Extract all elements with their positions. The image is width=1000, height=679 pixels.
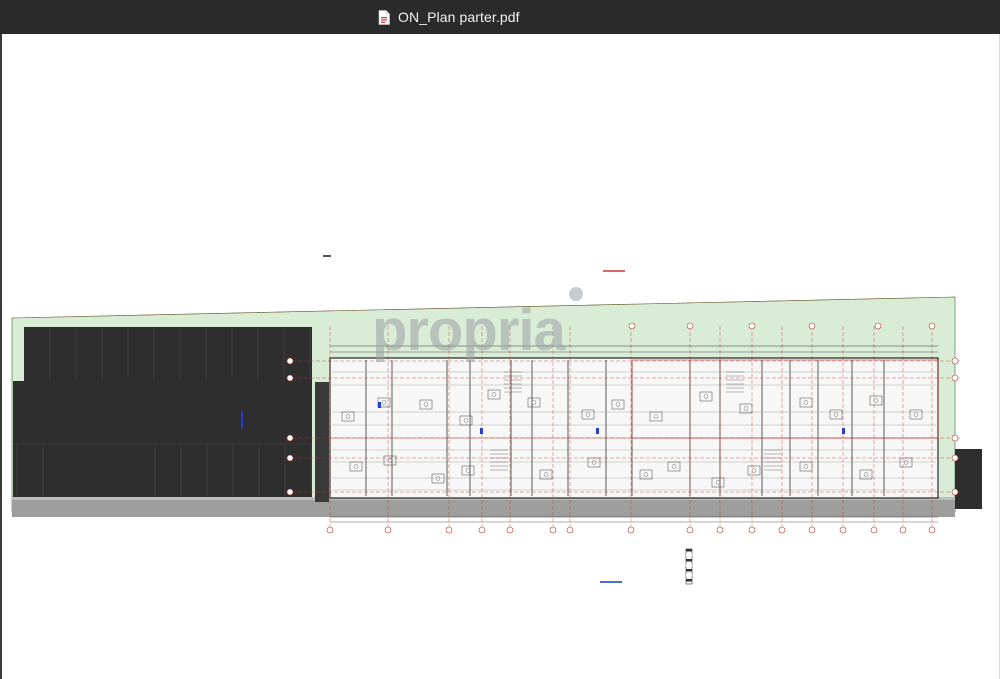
grid-bubble xyxy=(384,526,392,534)
grid-bubble xyxy=(286,374,294,382)
blue-marker xyxy=(842,428,845,434)
grid-bubble xyxy=(748,322,756,330)
floor-plan-drawing[interactable]: propria xyxy=(0,34,1000,679)
grid-bubble xyxy=(286,357,294,365)
scale-tick xyxy=(686,549,692,552)
grid-bubble xyxy=(286,434,294,442)
watermark-logo: propria xyxy=(372,298,567,363)
grid-bubble xyxy=(951,454,959,462)
scale-tick xyxy=(686,554,692,557)
watermark-dot xyxy=(569,287,583,301)
grid-bubble xyxy=(808,526,816,534)
grid-bubble xyxy=(506,526,514,534)
parking-left-block xyxy=(13,381,71,516)
grid-bubble xyxy=(870,526,878,534)
grid-bubble xyxy=(566,526,574,534)
grid-bubble xyxy=(778,526,786,534)
grid-bubble xyxy=(628,322,636,330)
grid-bubble xyxy=(951,374,959,382)
pdf-document-icon xyxy=(378,9,390,25)
grid-bubble xyxy=(899,526,907,534)
annotation-mark-red xyxy=(603,270,625,272)
annotation-mark-blue xyxy=(600,581,622,583)
grid-bubble xyxy=(549,526,557,534)
scale-tick xyxy=(686,569,692,572)
grid-bubble xyxy=(951,488,959,496)
scale-tick xyxy=(686,579,692,582)
road-strip xyxy=(12,500,955,517)
parking-marker xyxy=(241,412,243,428)
scale-tick xyxy=(686,564,692,567)
grid-bubble xyxy=(839,526,847,534)
grid-bubble xyxy=(928,526,936,534)
grid-bubble xyxy=(808,322,816,330)
grid-bubble xyxy=(478,526,486,534)
grid-bubble xyxy=(326,526,334,534)
grid-bubble xyxy=(951,434,959,442)
parking-driveway xyxy=(70,381,130,516)
grid-bubble xyxy=(716,526,724,534)
building-footprint xyxy=(329,357,939,499)
window-titlebar: ON_Plan parter.pdf xyxy=(0,0,1000,34)
grid-bubble xyxy=(928,322,936,330)
grid-bubble xyxy=(951,357,959,365)
window-title: ON_Plan parter.pdf xyxy=(398,9,520,25)
blue-marker xyxy=(596,428,599,434)
grid-bubble xyxy=(286,454,294,462)
grid-bubble xyxy=(748,526,756,534)
grid-bubble xyxy=(627,526,635,534)
grid-bubble xyxy=(445,526,453,534)
grid-bubble xyxy=(286,488,294,496)
scale-tick xyxy=(686,559,692,562)
left-building-wall xyxy=(315,382,329,502)
window-title-group: ON_Plan parter.pdf xyxy=(378,8,520,26)
annotation-mark xyxy=(323,255,331,257)
grid-bubble xyxy=(686,322,694,330)
scale-tick xyxy=(686,574,692,577)
blue-marker xyxy=(480,428,483,434)
grid-bubble xyxy=(686,526,694,534)
grid-bubble xyxy=(874,322,882,330)
blue-marker xyxy=(378,402,381,408)
